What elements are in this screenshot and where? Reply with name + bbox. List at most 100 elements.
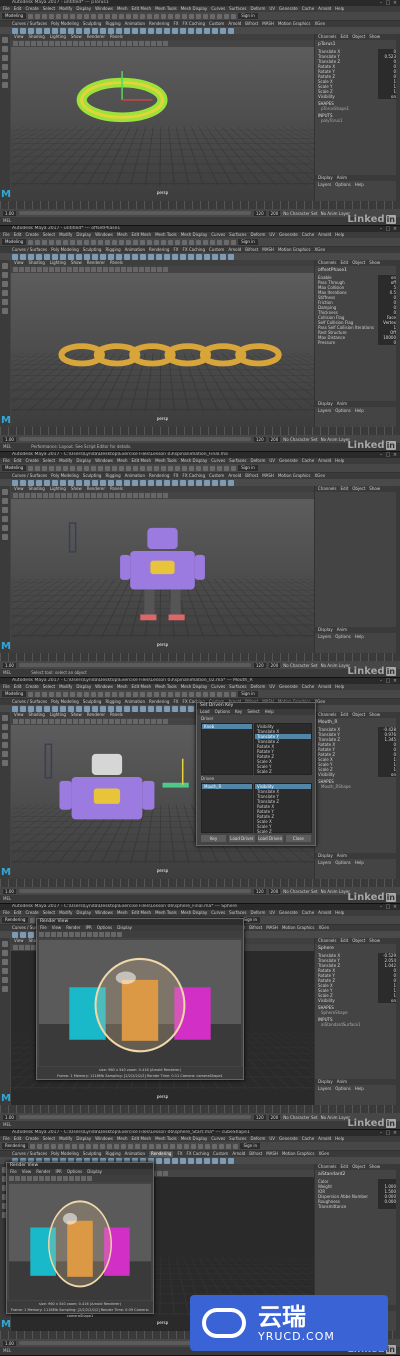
paint-tool-icon[interactable] xyxy=(2,507,8,513)
menu-generate[interactable]: Generate xyxy=(279,910,298,916)
menu-create[interactable]: Create xyxy=(25,1136,38,1142)
viewport-tool-icon[interactable] xyxy=(55,41,60,46)
sign-in-button[interactable]: Sign in xyxy=(240,1143,261,1149)
move-tool-icon[interactable] xyxy=(2,742,8,748)
status-tool-icon[interactable] xyxy=(114,1143,120,1149)
viewport-menu-view[interactable]: View xyxy=(14,486,24,492)
minimize-icon[interactable]: – xyxy=(378,452,384,458)
status-tool-icon[interactable] xyxy=(65,1143,71,1149)
viewport-tool-icon[interactable] xyxy=(157,267,162,272)
shape-node[interactable]: Mouth_RShape xyxy=(315,784,400,789)
viewport-menu-lighting[interactable]: Lighting xyxy=(50,260,66,266)
viewport-menu-renderer[interactable]: Renderer xyxy=(87,712,105,718)
viewport-tool-icon[interactable] xyxy=(55,493,60,498)
viewport-menu-view[interactable]: View xyxy=(14,260,24,266)
status-tool-icon[interactable] xyxy=(219,1143,225,1149)
shelf-tab-curves-surfaces[interactable]: Curves / Surfaces xyxy=(12,1151,47,1157)
range-slider-bar[interactable] xyxy=(18,1115,251,1119)
status-tool-icon[interactable] xyxy=(37,1143,43,1149)
viewport-tool-icon[interactable] xyxy=(157,1171,162,1176)
render-tool-icon[interactable] xyxy=(27,1176,32,1181)
layer-menu-options[interactable]: Options xyxy=(335,408,350,414)
viewport-tool-icon[interactable] xyxy=(133,267,138,272)
shelf-tab-animation[interactable]: Animation xyxy=(125,247,145,253)
shelf-tab-bifrost[interactable]: Bifrost xyxy=(249,925,262,931)
command-line[interactable]: MEL xyxy=(0,217,400,225)
minimize-icon[interactable]: – xyxy=(378,1130,384,1136)
key-button[interactable]: Key xyxy=(201,835,227,842)
shelf-tab-arnold[interactable]: Arnold xyxy=(228,473,241,479)
viewport-tool-icon[interactable] xyxy=(103,719,108,724)
driver-attr-list[interactable]: Visibility Translate X Translate Y Translat… xyxy=(254,723,312,775)
close-icon[interactable]: × xyxy=(392,1130,398,1136)
rotate-tool-icon[interactable] xyxy=(2,977,8,983)
viewport-tool-icon[interactable] xyxy=(43,41,48,46)
viewport-tool-icon[interactable] xyxy=(109,267,114,272)
render-menu-render[interactable]: Render xyxy=(36,1169,50,1175)
menu-surfaces[interactable]: Surfaces xyxy=(229,684,246,690)
menu-edit[interactable]: Edit xyxy=(14,1136,22,1142)
render-tool-icon[interactable] xyxy=(45,932,50,937)
menu-arnold[interactable]: Arnold xyxy=(318,1136,331,1142)
viewport-tool-icon[interactable] xyxy=(67,719,72,724)
channel-tab-channels[interactable]: Channels xyxy=(318,1164,337,1170)
render-menu-view[interactable]: View xyxy=(22,1169,32,1175)
status-tool-icon[interactable] xyxy=(203,691,209,697)
rotate-tool-icon[interactable] xyxy=(2,525,8,531)
status-tool-icon[interactable] xyxy=(112,13,118,19)
status-tool-icon[interactable] xyxy=(147,239,153,245)
status-tool-icon[interactable] xyxy=(77,691,83,697)
status-tool-icon[interactable] xyxy=(168,239,174,245)
viewport-tool-icon[interactable] xyxy=(31,719,36,724)
range-start-field[interactable]: 1.00 xyxy=(3,888,16,894)
viewport-tool-icon[interactable] xyxy=(121,41,126,46)
viewport-tool-icon[interactable] xyxy=(91,267,96,272)
menu-arnold[interactable]: Arnold xyxy=(318,684,331,690)
shelf-tab-rendering[interactable]: Rendering xyxy=(149,699,169,705)
status-tool-icon[interactable] xyxy=(210,239,216,245)
viewport-persp[interactable]: View Shading Lighting Show Renderer Panels per… xyxy=(11,34,314,201)
status-tool-icon[interactable] xyxy=(133,691,139,697)
status-tool-icon[interactable] xyxy=(217,239,223,245)
driven-node-item[interactable]: Mouth_R xyxy=(202,784,252,789)
status-tool-icon[interactable] xyxy=(168,465,174,471)
menu-uv[interactable]: UV xyxy=(269,910,275,916)
status-tool-icon[interactable] xyxy=(70,13,76,19)
dialog-menu-load[interactable]: Load xyxy=(200,709,210,715)
viewport-tool-icon[interactable] xyxy=(139,41,144,46)
shelf-tab-rendering[interactable]: Rendering xyxy=(149,1151,174,1157)
status-tool-icon[interactable] xyxy=(196,691,202,697)
menu-mesh-display[interactable]: Mesh Display xyxy=(181,232,208,238)
load-driver-button[interactable]: Load Driver xyxy=(229,835,255,842)
range-start-field[interactable]: 1.00 xyxy=(3,436,16,442)
menu-deform[interactable]: Deform xyxy=(250,458,265,464)
menu-deform[interactable]: Deform xyxy=(250,684,265,690)
viewport-tool-icon[interactable] xyxy=(73,41,78,46)
menu-curves[interactable]: Curves xyxy=(211,684,225,690)
status-tool-icon[interactable] xyxy=(105,239,111,245)
menu-cache[interactable]: Cache xyxy=(302,684,314,690)
channel-row[interactable]: Transmittance xyxy=(315,1204,400,1209)
menu-modify[interactable]: Modify xyxy=(59,684,72,690)
shelf-tab-mash[interactable]: MASH xyxy=(262,247,274,253)
anim-layer-selector[interactable]: No Anim Layer xyxy=(321,663,350,668)
status-tool-icon[interactable] xyxy=(177,1143,183,1149)
viewport-tool-icon[interactable] xyxy=(85,267,90,272)
menu-mesh-tools[interactable]: Mesh Tools xyxy=(155,910,177,916)
viewport-tool-icon[interactable] xyxy=(55,719,60,724)
status-tool-icon[interactable] xyxy=(224,239,230,245)
menu-arnold[interactable]: Arnold xyxy=(318,458,331,464)
menu-curves[interactable]: Curves xyxy=(211,910,225,916)
menu-surfaces[interactable]: Surfaces xyxy=(229,1136,246,1142)
viewport-tool-icon[interactable] xyxy=(109,41,114,46)
menu-mesh[interactable]: Mesh xyxy=(117,6,128,12)
viewport-tool-icon[interactable] xyxy=(13,493,18,498)
character-set-selector[interactable]: No Character Set xyxy=(283,1115,317,1120)
lasso-tool-icon[interactable] xyxy=(2,272,8,278)
status-tool-icon[interactable] xyxy=(49,465,55,471)
shelf-tab-rendering[interactable]: Rendering xyxy=(149,21,169,27)
animation-end-field[interactable]: 200 xyxy=(268,888,281,894)
viewport-tool-icon[interactable] xyxy=(31,267,36,272)
shelf-tab-rigging[interactable]: Rigging xyxy=(105,473,120,479)
menu-curves[interactable]: Curves xyxy=(211,232,225,238)
